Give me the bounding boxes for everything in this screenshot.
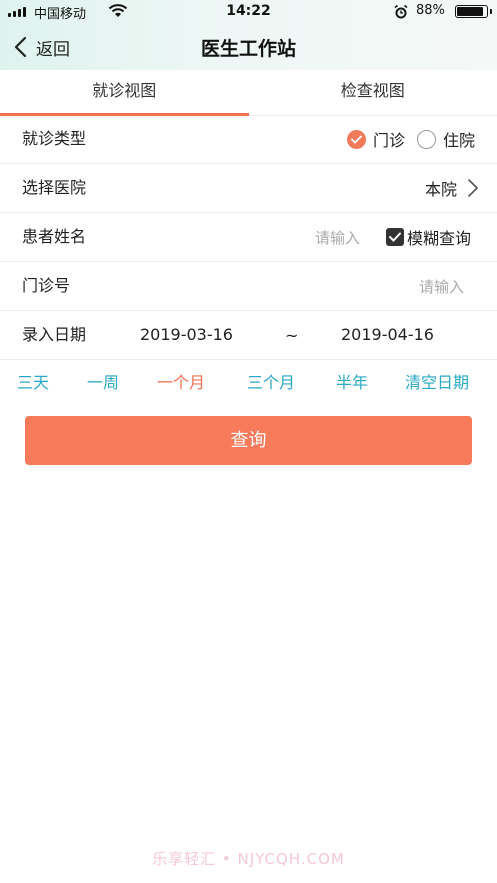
end-date[interactable]: 2019-04-16 — [341, 311, 434, 359]
fuzzy-search-label: 模糊查询 — [406, 229, 471, 248]
clinic-number-row: 门诊号 — [0, 262, 497, 311]
status-bar: 中国移动 14:22 88% — [0, 0, 497, 24]
hospital-value: 本院 — [424, 180, 457, 199]
range-three-days[interactable]: 三天 — [17, 359, 49, 407]
view-tabs: 就诊视图 检查视图 — [0, 70, 497, 116]
radio-checked-icon — [346, 129, 366, 149]
radio-inpatient-label: 住院 — [442, 131, 475, 150]
battery-percent: 88% — [416, 3, 445, 18]
watermark: 乐享轻汇 • NJYCQH.COM — [152, 850, 345, 868]
entry-date-label: 录入日期 — [22, 325, 87, 344]
start-date[interactable]: 2019-03-16 — [140, 311, 233, 359]
range-one-week[interactable]: 一周 — [87, 359, 119, 407]
top-bar: 中国移动 14:22 88% 返回 医生工作站 — [0, 0, 497, 70]
tab-visit-view[interactable]: 就诊视图 — [0, 70, 249, 116]
radio-outpatient-label: 门诊 — [372, 131, 405, 150]
patient-name-label: 患者姓名 — [22, 227, 87, 246]
radio-outpatient[interactable]: 门诊 — [346, 127, 405, 151]
chevron-right-icon — [468, 179, 478, 197]
hospital-label: 选择医院 — [22, 178, 87, 197]
clinic-number-input[interactable] — [300, 271, 466, 303]
fuzzy-search-checkbox[interactable]: 模糊查询 — [385, 213, 471, 261]
query-button[interactable]: 查询 — [25, 416, 472, 465]
patient-name-input[interactable] — [240, 222, 362, 254]
visit-type-row: 就诊类型 门诊 住院 — [0, 115, 497, 164]
entry-date-row: 录入日期 2019-03-16 ~ 2019-04-16 — [0, 311, 497, 360]
checkbox-checked-icon — [385, 228, 404, 246]
battery-icon — [455, 5, 492, 18]
range-one-month[interactable]: 一个月 — [157, 359, 205, 407]
hospital-row[interactable]: 选择医院 本院 — [0, 164, 497, 213]
page-title: 医生工作站 — [200, 38, 296, 60]
alarm-icon — [394, 4, 408, 19]
clear-dates[interactable]: 清空日期 — [405, 359, 469, 407]
range-half-year[interactable]: 半年 — [336, 359, 368, 407]
quick-date-ranges: 三天 一周 一个月 三个月 半年 清空日期 — [0, 359, 497, 407]
visit-type-label: 就诊类型 — [22, 129, 87, 148]
hospital-selector[interactable]: 本院 — [425, 164, 479, 212]
visit-type-options: 门诊 住院 — [335, 115, 475, 163]
tab-exam-view[interactable]: 检查视图 — [249, 70, 497, 115]
clinic-number-label: 门诊号 — [22, 276, 71, 295]
date-separator: ~ — [285, 326, 299, 345]
nav-bar: 返回 医生工作站 — [0, 24, 497, 70]
range-three-months[interactable]: 三个月 — [247, 359, 295, 407]
radio-inpatient[interactable]: 住院 — [416, 127, 475, 151]
radio-unchecked-icon — [416, 129, 436, 149]
patient-name-row: 患者姓名 模糊查询 — [0, 213, 497, 262]
